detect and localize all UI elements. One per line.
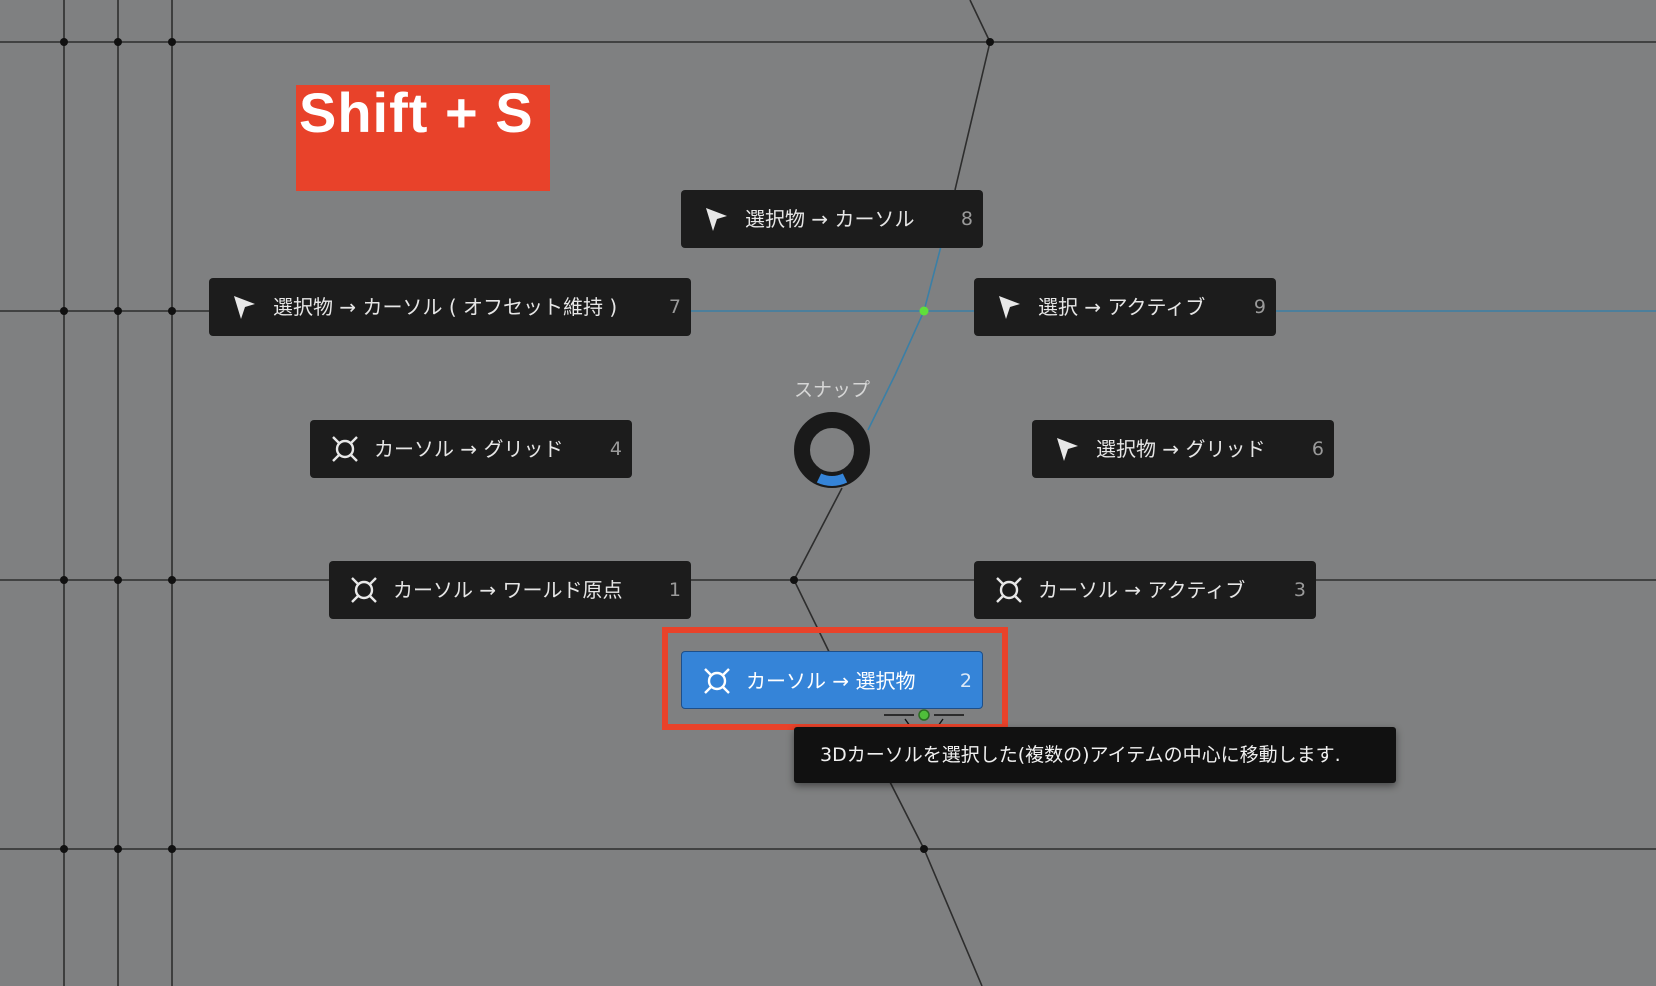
3d-viewport[interactable]: Shift + S スナップ 選択物 → カーソル 8 選択物 → カーソル (… bbox=[0, 0, 1656, 986]
pie-item-cursor-to-world-origin[interactable]: カーソル → ワールド原点 1 bbox=[329, 561, 691, 619]
pie-item-label: カーソル → グリッド bbox=[374, 437, 564, 461]
pie-item-shortcut: 9 bbox=[1253, 296, 1266, 318]
3d-cursor-icon bbox=[996, 577, 1022, 603]
pie-item-label: 選択物 → カーソル bbox=[745, 207, 915, 231]
hotkey-overlay: Shift + S bbox=[296, 85, 550, 191]
viewport-mesh bbox=[0, 0, 1656, 986]
selection-arrow-icon bbox=[234, 296, 255, 319]
pie-item-selection-to-active[interactable]: 選択 → アクティブ 9 bbox=[974, 278, 1276, 336]
pie-item-shortcut: 1 bbox=[668, 579, 681, 601]
pie-item-cursor-to-grid[interactable]: カーソル → グリッド 4 bbox=[310, 420, 632, 478]
hotkey-label: Shift + S bbox=[299, 81, 534, 144]
pie-item-label: カーソル → アクティブ bbox=[1038, 578, 1246, 602]
pie-item-selection-to-cursor-offset[interactable]: 選択物 → カーソル ( オフセット維持 ) 7 bbox=[209, 278, 691, 336]
pie-item-selection-to-grid[interactable]: 選択物 → グリッド 6 bbox=[1032, 420, 1334, 478]
tooltip: 3Dカーソルを選択した(複数の)アイテムの中心に移動します. bbox=[794, 727, 1396, 783]
selection-arrow-icon bbox=[1057, 438, 1078, 461]
pie-item-label: 選択 → アクティブ bbox=[1038, 295, 1206, 319]
pie-item-selection-to-cursor[interactable]: 選択物 → カーソル 8 bbox=[681, 190, 983, 248]
selection-arrow-icon bbox=[999, 296, 1020, 319]
pie-menu-title: スナップ bbox=[793, 379, 870, 401]
highlight-box bbox=[662, 627, 1008, 730]
pie-item-shortcut: 3 bbox=[1293, 579, 1306, 601]
3d-cursor-icon bbox=[351, 577, 377, 603]
pie-item-cursor-to-active[interactable]: カーソル → アクティブ 3 bbox=[974, 561, 1316, 619]
pie-item-shortcut: 4 bbox=[609, 438, 622, 460]
3d-cursor-icon bbox=[332, 436, 358, 462]
pie-menu-center-ring bbox=[794, 412, 870, 488]
pie-item-label: 選択物 → グリッド bbox=[1096, 437, 1266, 461]
pie-item-shortcut: 8 bbox=[960, 208, 973, 230]
selection-arrow-icon bbox=[706, 208, 727, 231]
pie-item-shortcut: 7 bbox=[668, 296, 681, 318]
pie-item-shortcut: 6 bbox=[1311, 438, 1324, 460]
pie-item-label: 選択物 → カーソル ( オフセット維持 ) bbox=[273, 295, 618, 319]
pie-item-label: カーソル → ワールド原点 bbox=[393, 578, 623, 602]
